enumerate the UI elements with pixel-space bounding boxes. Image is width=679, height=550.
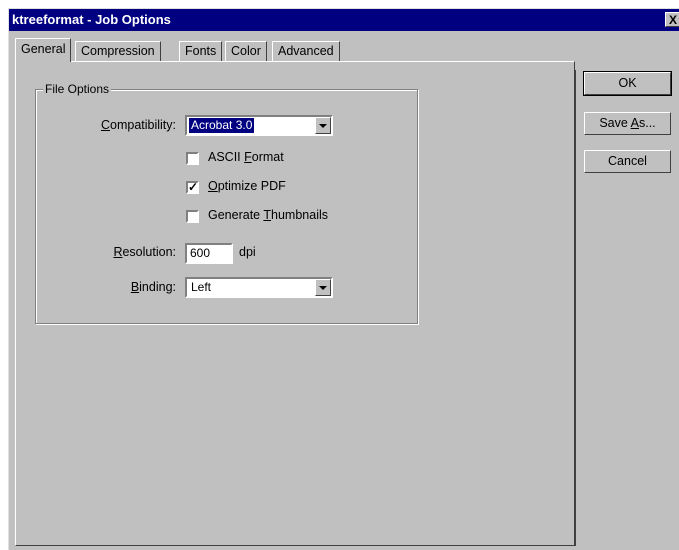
save-as-button[interactable]: Save As... xyxy=(584,112,671,135)
compatibility-select[interactable]: Acrobat 3.0 xyxy=(185,115,333,136)
generate-thumbnails-checkbox[interactable] xyxy=(186,210,199,223)
chevron-down-icon[interactable] xyxy=(315,279,331,296)
tab-general[interactable]: General xyxy=(15,38,72,62)
compatibility-label: Compatibility: xyxy=(100,118,176,132)
optimize-pdf-label[interactable]: Optimize PDF xyxy=(208,179,286,193)
binding-select[interactable]: Left xyxy=(185,277,333,298)
window-title: ktreeformat - Job Options xyxy=(12,12,171,27)
file-options-legend: File Options xyxy=(43,82,112,96)
general-tab-panel: File Options Compatibility: Acrobat 3.0 … xyxy=(15,61,575,546)
checkmark-icon: ✓ xyxy=(188,180,199,194)
generate-thumbnails-label[interactable]: Generate Thumbnails xyxy=(208,208,328,222)
tab-fonts[interactable]: Fonts xyxy=(179,41,223,61)
binding-label: Binding: xyxy=(130,280,176,294)
chevron-down-icon[interactable] xyxy=(315,117,331,134)
binding-value: Left xyxy=(191,280,212,294)
close-icon[interactable]: X xyxy=(665,12,679,27)
compatibility-value: Acrobat 3.0 xyxy=(189,118,255,133)
resolution-label: Resolution: xyxy=(113,245,176,259)
resolution-unit: dpi xyxy=(239,245,256,259)
cancel-button[interactable]: Cancel xyxy=(584,150,671,173)
tab-advanced[interactable]: Advanced xyxy=(272,41,340,61)
optimize-pdf-checkbox[interactable]: ✓ xyxy=(186,181,199,194)
tab-compression[interactable]: Compression xyxy=(75,41,161,61)
tab-color[interactable]: Color xyxy=(225,41,267,61)
ascii-format-label[interactable]: ASCII Format xyxy=(208,150,284,164)
title-bar[interactable]: ktreeformat - Job Options X xyxy=(9,9,679,31)
ascii-format-checkbox[interactable] xyxy=(186,152,199,165)
resolution-input[interactable]: 600 xyxy=(185,243,233,264)
panel-shadow xyxy=(575,70,576,546)
ok-button[interactable]: OK xyxy=(583,71,672,96)
